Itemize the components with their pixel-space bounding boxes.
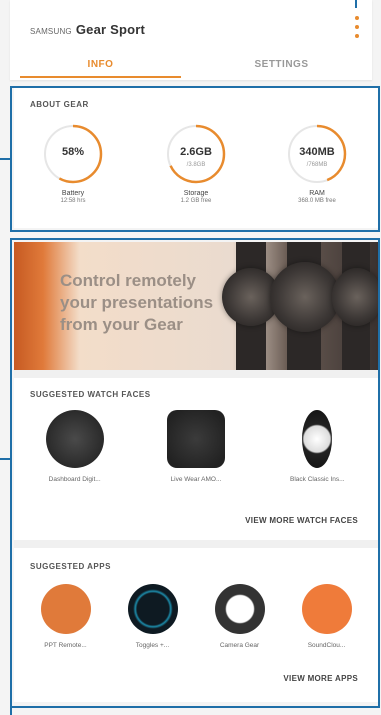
tab-info[interactable]: INFO xyxy=(10,48,191,80)
callout-box-suggestions xyxy=(10,238,380,708)
callout-line xyxy=(10,700,12,715)
more-vertical-icon[interactable] xyxy=(354,16,360,38)
gear-app-screen: SAMSUNG Gear Sport INFO SETTINGS ABOUT GE… xyxy=(0,0,381,715)
callout-box-about xyxy=(10,86,380,232)
callout-line xyxy=(0,458,12,460)
app-title: SAMSUNG Gear Sport xyxy=(30,22,145,37)
device-name: Gear Sport xyxy=(75,22,146,37)
tab-settings[interactable]: SETTINGS xyxy=(191,48,372,80)
app-header: SAMSUNG Gear Sport INFO SETTINGS xyxy=(10,0,372,80)
callout-line xyxy=(355,0,357,8)
tab-bar: INFO SETTINGS xyxy=(10,48,372,80)
callout-line xyxy=(0,158,12,160)
brand-label: SAMSUNG xyxy=(30,27,72,36)
